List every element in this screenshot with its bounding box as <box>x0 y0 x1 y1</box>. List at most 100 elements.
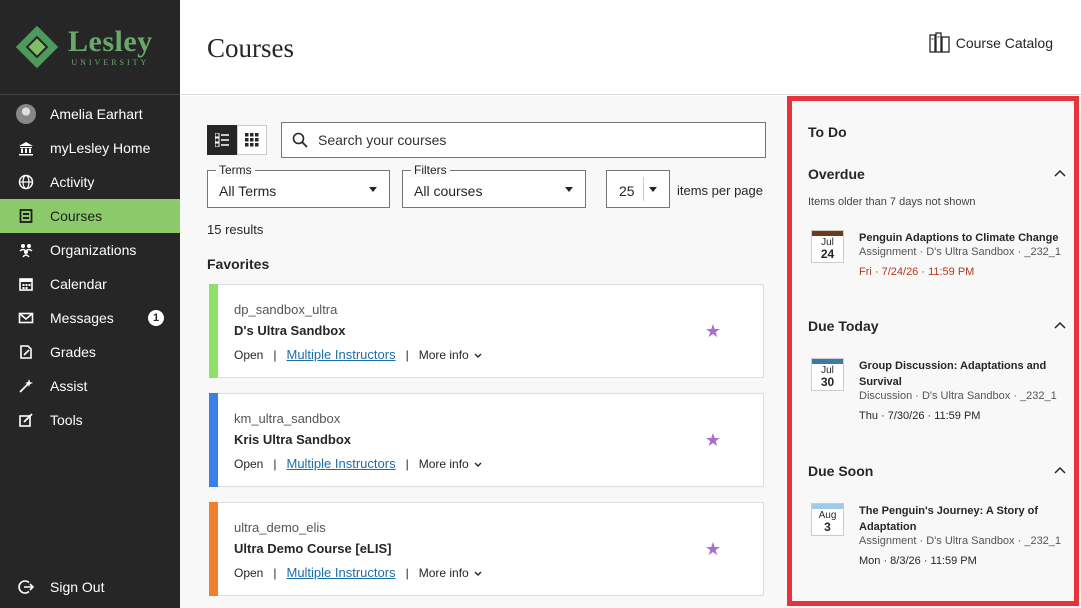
course-name[interactable]: D's Ultra Sandbox <box>234 323 345 338</box>
course-card[interactable]: ultra_demo_elis Ultra Demo Course [eLIS]… <box>209 502 764 596</box>
chevron-down-icon <box>474 571 482 576</box>
collapse-overdue-icon[interactable] <box>1054 168 1066 180</box>
course-color-bar <box>209 502 218 596</box>
sidebar-item-profile[interactable]: Amelia Earhart <box>0 97 180 131</box>
sidebar-item-mylesley-home[interactable]: myLesley Home <box>0 131 180 165</box>
sidebar-item-label: Grades <box>50 344 96 360</box>
sidebar-nav: Amelia Earhart myLesley Home Activity Co… <box>0 97 180 437</box>
instructors-link[interactable]: Multiple Instructors <box>286 565 395 580</box>
due-soon-heading: Due Soon <box>808 463 874 479</box>
todo-item-due: Mon · 8/3/26 · 11:59 PM <box>859 555 977 567</box>
sidebar-item-activity[interactable]: Activity <box>0 165 180 199</box>
calendar-date-icon: Aug 3 <box>811 503 844 536</box>
chevron-down-icon <box>474 462 482 467</box>
terms-value: All Terms <box>219 183 277 199</box>
overdue-note: Items older than 7 days not shown <box>808 196 976 208</box>
calendar-date-icon: Jul 24 <box>811 230 844 263</box>
todo-heading: To Do <box>808 124 847 140</box>
sidebar-item-label: Courses <box>50 208 103 224</box>
institution-icon <box>16 138 36 158</box>
sidebar-item-courses[interactable]: Courses <box>0 199 180 233</box>
grid-view-button[interactable] <box>237 125 267 155</box>
search-icon <box>292 132 308 148</box>
logo-subtitle: UNIVERSITY <box>71 58 150 67</box>
results-count: 15 results <box>207 222 264 237</box>
course-catalog-link[interactable]: Course Catalog <box>929 32 1053 54</box>
filters-value: All courses <box>414 183 483 199</box>
tools-icon <box>16 410 36 430</box>
todo-item-due: Thu · 7/30/26 · 11:59 PM <box>859 410 981 422</box>
sidebar-item-tools[interactable]: Tools <box>0 403 180 437</box>
todo-item[interactable]: Jul 30 Group Discussion: Adaptations and… <box>811 358 1061 428</box>
instructors-link[interactable]: Multiple Instructors <box>286 347 395 362</box>
todo-item[interactable]: Aug 3 The Penguin's Journey: A Story of … <box>811 503 1061 573</box>
course-name[interactable]: Ultra Demo Course [eLIS] <box>234 541 391 556</box>
todo-item-subtitle: Assignment · D's Ultra Sandbox · _232_1 <box>859 535 1062 547</box>
envelope-icon <box>16 308 36 328</box>
organizations-icon <box>16 240 36 260</box>
sidebar-item-label: Activity <box>50 174 95 190</box>
more-info-button[interactable]: More info <box>419 348 483 362</box>
view-toggle <box>207 125 267 155</box>
course-card[interactable]: dp_sandbox_ultra D's Ultra Sandbox Open … <box>209 284 764 378</box>
todo-item-title[interactable]: Group Discussion: Adaptations and Surviv… <box>859 358 1059 390</box>
search-input[interactable] <box>318 132 738 148</box>
course-name[interactable]: Kris Ultra Sandbox <box>234 432 351 447</box>
collapse-due-today-icon[interactable] <box>1054 320 1066 332</box>
terms-label: Terms <box>216 163 255 177</box>
favorite-star-icon[interactable]: ★ <box>705 430 721 451</box>
todo-item-title[interactable]: The Penguin's Journey: A Story of Adapta… <box>859 503 1059 535</box>
lesley-logo[interactable]: Lesley UNIVERSITY <box>0 0 180 95</box>
more-info-button[interactable]: More info <box>419 566 483 580</box>
sidebar-item-label: Amelia Earhart <box>50 106 143 122</box>
filters-label: Filters <box>411 163 450 177</box>
sign-out-button[interactable]: Sign Out <box>0 570 180 604</box>
course-meta: Open | Multiple Instructors | More info <box>234 456 483 471</box>
assist-icon <box>16 376 36 396</box>
items-per-page-label: items per page <box>677 183 763 198</box>
collapse-due-soon-icon[interactable] <box>1054 465 1066 477</box>
chevron-down-icon <box>474 353 482 358</box>
favorites-heading: Favorites <box>207 256 270 272</box>
overdue-heading: Overdue <box>808 166 865 182</box>
todo-item[interactable]: Jul 24 Penguin Adaptions to Climate Chan… <box>811 230 1061 285</box>
instructors-link[interactable]: Multiple Instructors <box>286 456 395 471</box>
sidebar-item-label: Organizations <box>50 242 137 258</box>
course-catalog-label: Course Catalog <box>955 35 1053 51</box>
messages-count-badge: 1 <box>148 310 164 326</box>
course-meta: Open | Multiple Instructors | More info <box>234 565 483 580</box>
caret-down-icon <box>565 187 573 192</box>
search-box <box>281 122 766 158</box>
favorite-star-icon[interactable]: ★ <box>705 321 721 342</box>
todo-item-due: Fri · 7/24/26 · 11:59 PM <box>859 266 975 278</box>
calendar-date-icon: Jul 30 <box>811 358 844 391</box>
sidebar-item-label: Assist <box>50 378 88 394</box>
course-card[interactable]: km_ultra_sandbox Kris Ultra Sandbox Open… <box>209 393 764 487</box>
caret-down-icon <box>369 187 377 192</box>
todo-item-subtitle: Assignment · D's Ultra Sandbox · _232_1 <box>859 246 1062 258</box>
sidebar-item-label: Messages <box>50 310 114 326</box>
sidebar-item-assist[interactable]: Assist <box>0 369 180 403</box>
terms-select[interactable]: Terms All Terms <box>207 163 390 208</box>
catalog-icon <box>929 32 950 53</box>
page-header: Courses Course Catalog <box>180 0 1081 95</box>
course-code: km_ultra_sandbox <box>234 411 341 426</box>
todo-panel: To Do Overdue Items older than 7 days no… <box>786 96 1081 608</box>
course-color-bar <box>209 393 218 487</box>
items-per-page-select[interactable]: 25 <box>606 170 670 208</box>
sidebar-item-calendar[interactable]: Calendar <box>0 267 180 301</box>
sidebar-item-grades[interactable]: Grades <box>0 335 180 369</box>
filters-select[interactable]: Filters All courses <box>402 163 586 208</box>
favorite-star-icon[interactable]: ★ <box>705 539 721 560</box>
more-info-button[interactable]: More info <box>419 457 483 471</box>
avatar <box>16 104 36 124</box>
more-info-label: More info <box>418 347 469 362</box>
sidebar-item-organizations[interactable]: Organizations <box>0 233 180 267</box>
sidebar-item-label: Tools <box>50 412 83 428</box>
course-status: Open <box>234 347 264 362</box>
calendar-icon <box>16 274 36 294</box>
sidebar-item-messages[interactable]: Messages 1 <box>0 301 180 335</box>
page-title: Courses <box>207 33 294 63</box>
todo-item-title[interactable]: Penguin Adaptions to Climate Change <box>859 230 1059 246</box>
list-view-button[interactable] <box>207 125 237 155</box>
